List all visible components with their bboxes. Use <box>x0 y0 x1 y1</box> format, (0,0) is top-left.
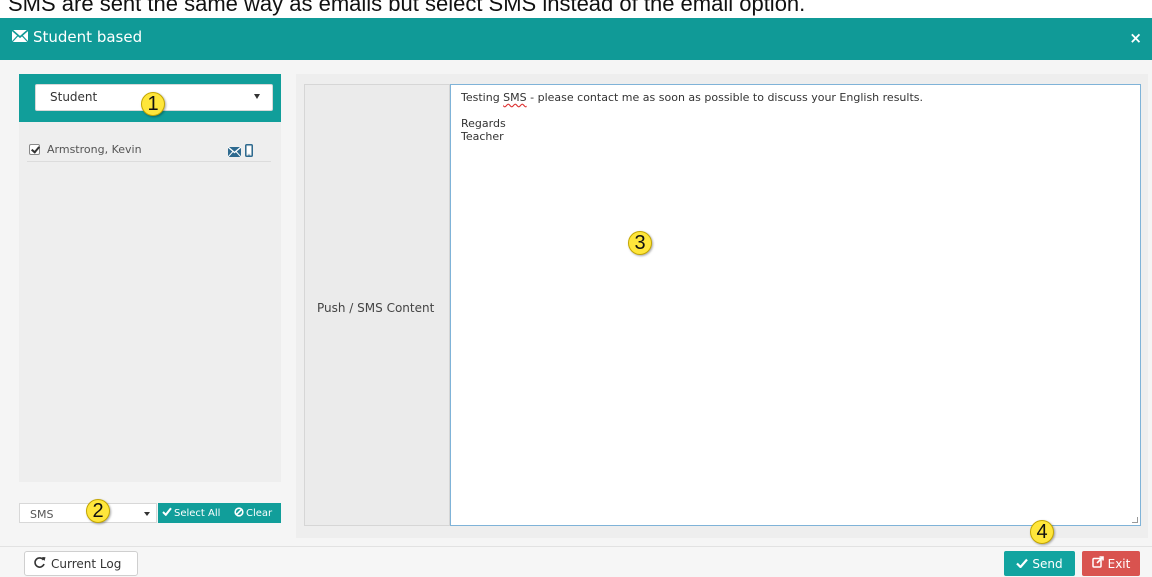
refresh-icon <box>33 556 46 572</box>
message-text: - please contact me as soon as possible … <box>526 91 923 104</box>
message-line: Testing SMS - please contact me as soon … <box>461 91 1130 104</box>
dialog-footer: Current Log Send Exit <box>0 546 1152 577</box>
annotation-badge-4: 4 <box>1030 520 1054 544</box>
student-checkbox[interactable] <box>29 144 40 155</box>
list-item[interactable]: Armstrong, Kevin <box>27 138 271 162</box>
close-icon[interactable]: × <box>1129 29 1142 47</box>
clear-label: Clear <box>246 507 273 519</box>
recipient-type-value: Student <box>50 90 98 104</box>
exit-label: Exit <box>1107 556 1131 571</box>
content-panel: Push / SMS Content Testing SMS - please … <box>296 74 1148 538</box>
dialog-header: Student based × <box>0 18 1152 60</box>
check-icon <box>1016 557 1029 571</box>
send-button[interactable]: Send <box>1004 551 1075 576</box>
check-icon <box>162 507 172 519</box>
misspelled-word: SMS <box>503 91 527 104</box>
annotation-badge-2: 2 <box>86 499 110 523</box>
dialog-title: Student based <box>33 28 143 46</box>
current-log-button[interactable]: Current Log <box>24 551 138 576</box>
message-textarea[interactable]: Testing SMS - please contact me as soon … <box>450 84 1141 526</box>
page: SMS are sent the same way as emails but … <box>0 0 1152 577</box>
select-all-button[interactable]: Select All <box>158 503 230 523</box>
student-contact-icons <box>227 144 253 162</box>
exit-button[interactable]: Exit <box>1082 551 1140 576</box>
resize-handle[interactable] <box>1132 517 1138 523</box>
recipient-controls: SMS Select All Clear <box>19 503 281 523</box>
message-line: Teacher <box>461 130 504 143</box>
content-label-cell: Push / SMS Content <box>304 84 450 526</box>
instruction-caption: SMS are sent the same way as emails but … <box>8 0 806 16</box>
dialog-body: Student Armstrong, Kevin SMS Select All … <box>0 60 1152 546</box>
annotation-badge-3: 3 <box>628 231 652 255</box>
recipient-panel: Student Armstrong, Kevin <box>19 74 281 482</box>
mobile-icon <box>245 144 253 162</box>
dialog-title-wrap: Student based <box>11 28 143 46</box>
caret-down-icon <box>254 94 260 99</box>
send-label: Send <box>1032 556 1063 571</box>
ban-icon <box>234 506 244 520</box>
message-text: Testing <box>461 91 504 104</box>
caret-down-icon <box>144 512 150 516</box>
channel-select-value: SMS <box>30 508 54 521</box>
clear-button[interactable]: Clear <box>230 503 281 523</box>
student-name: Armstrong, Kevin <box>47 143 142 156</box>
envelope-icon <box>227 144 242 162</box>
select-all-label: Select All <box>174 507 221 519</box>
current-log-label: Current Log <box>51 556 122 571</box>
message-line: Regards <box>461 117 506 130</box>
annotation-badge-1: 1 <box>141 92 165 116</box>
exit-icon <box>1091 556 1104 571</box>
envelope-icon <box>11 28 29 46</box>
content-label: Push / SMS Content <box>317 301 435 315</box>
